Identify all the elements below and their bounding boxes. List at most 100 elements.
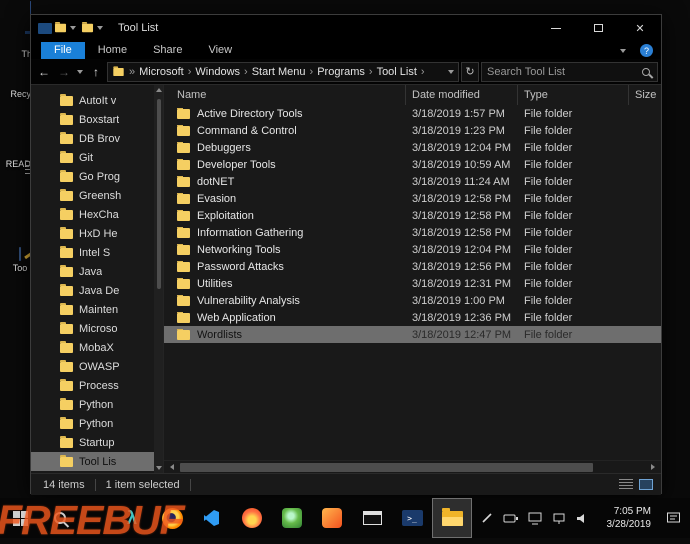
file-row[interactable]: Utilities3/18/2019 12:31 PMFile folder [164, 275, 661, 292]
tab-home[interactable]: Home [85, 42, 140, 59]
back-button[interactable]: ← [35, 65, 53, 79]
start-button[interactable] [0, 498, 40, 538]
taskbar-app-firefox[interactable] [152, 498, 192, 538]
file-row[interactable]: Developer Tools3/18/2019 10:59 AMFile fo… [164, 156, 661, 173]
breadcrumb-segment[interactable]: Microsoft [139, 66, 184, 78]
taskbar-app-explorer[interactable] [432, 498, 472, 538]
file-row[interactable]: Command & Control3/18/2019 1:23 PMFile f… [164, 122, 661, 139]
breadcrumb-separator-icon[interactable]: › [310, 66, 314, 78]
breadcrumb-separator-icon[interactable]: › [188, 66, 192, 78]
scrollbar-thumb[interactable] [157, 99, 161, 289]
large-icons-view-icon[interactable] [639, 479, 653, 490]
tab-file[interactable]: File [41, 42, 85, 59]
recent-locations-icon[interactable] [77, 70, 83, 74]
file-type: File folder [518, 227, 629, 239]
taskbar-clock[interactable]: 7:05 PM 3/28/2019 [599, 505, 651, 532]
file-row[interactable]: Web Application3/18/2019 12:36 PMFile fo… [164, 309, 661, 326]
breadcrumb-overflow-icon[interactable]: » [129, 66, 135, 78]
file-row[interactable]: Active Directory Tools3/18/2019 1:57 PMF… [164, 105, 661, 122]
sidebar-item[interactable]: DB Brov [31, 129, 163, 148]
sidebar-item[interactable]: Python [31, 414, 163, 433]
scroll-right-icon[interactable] [651, 464, 655, 470]
up-button[interactable]: ↑ [87, 65, 105, 79]
sidebar-item[interactable]: Tool Lis [31, 452, 163, 471]
forward-button[interactable]: → [55, 65, 73, 79]
sidebar-item[interactable]: Python [31, 395, 163, 414]
sidebar-item[interactable]: AutoIt v [31, 91, 163, 110]
sidebar-item[interactable]: Go Prog [31, 167, 163, 186]
column-header-size[interactable]: Size [629, 85, 661, 105]
breadcrumb-segment[interactable]: Windows [195, 66, 240, 78]
volume-icon[interactable] [576, 512, 590, 525]
folder-icon [177, 330, 190, 340]
column-header-type[interactable]: Type [518, 85, 629, 105]
refresh-button[interactable]: ↻ [461, 62, 479, 82]
sidebar-item[interactable]: Git [31, 148, 163, 167]
scroll-up-icon[interactable] [156, 88, 162, 92]
sidebar-item[interactable]: Startup [31, 433, 163, 452]
breadcrumb[interactable]: » Microsoft›Windows›Start Menu›Programs›… [107, 62, 459, 82]
sidebar-item[interactable]: Intel S [31, 243, 163, 262]
scroll-down-icon[interactable] [156, 466, 162, 470]
taskbar-app-powershell[interactable]: >_ [392, 498, 432, 538]
breadcrumb-separator-icon[interactable]: › [421, 66, 425, 78]
file-row[interactable]: Password Attacks3/18/2019 12:56 PMFile f… [164, 258, 661, 275]
breadcrumb-segment[interactable]: Programs [317, 66, 365, 78]
sidebar-item[interactable]: Greensh [31, 186, 163, 205]
taskbar-app-terminal[interactable] [352, 498, 392, 538]
maximize-button[interactable] [577, 15, 619, 41]
chevron-down-icon[interactable] [97, 26, 103, 30]
file-row[interactable]: Networking Tools3/18/2019 12:04 PMFile f… [164, 241, 661, 258]
sidebar-item[interactable]: MobaX [31, 338, 163, 357]
sidebar-item[interactable]: Microso [31, 319, 163, 338]
taskbar-app-orange[interactable] [312, 498, 352, 538]
taskbar-app-vscode[interactable] [192, 498, 232, 538]
file-row[interactable]: Information Gathering3/18/2019 12:58 PMF… [164, 224, 661, 241]
scroll-left-icon[interactable] [170, 464, 174, 470]
breadcrumb-separator-icon[interactable]: › [369, 66, 373, 78]
tab-share[interactable]: Share [140, 42, 195, 59]
file-row[interactable]: dotNET3/18/2019 11:24 AMFile folder [164, 173, 661, 190]
pen-icon[interactable] [480, 511, 494, 525]
sidebar-item[interactable]: Process [31, 376, 163, 395]
network-icon[interactable] [552, 512, 567, 525]
taskbar-app-lambda[interactable]: λ [112, 498, 152, 538]
sidebar-item[interactable]: Boxstart [31, 110, 163, 129]
search-box[interactable] [481, 62, 658, 82]
file-row[interactable]: Debuggers3/18/2019 12:04 PMFile folder [164, 139, 661, 156]
sidebar-item[interactable]: Java De [31, 281, 163, 300]
expand-ribbon-icon[interactable] [620, 49, 626, 53]
tab-view[interactable]: View [195, 42, 245, 59]
file-row[interactable]: Evasion3/18/2019 12:58 PMFile folder [164, 190, 661, 207]
battery-icon[interactable] [503, 512, 519, 525]
file-row[interactable]: Wordlists3/18/2019 12:47 PMFile folder [164, 326, 661, 343]
search-input[interactable] [487, 66, 642, 78]
breadcrumb-segment[interactable]: Start Menu [252, 66, 306, 78]
sidebar-item[interactable]: HexCha [31, 205, 163, 224]
sidebar-item[interactable]: Java [31, 262, 163, 281]
column-header-date-modified[interactable]: Date modified [406, 85, 518, 105]
minimize-button[interactable] [535, 15, 577, 41]
taskbar-app-flame[interactable] [232, 498, 272, 538]
sidebar-item[interactable]: HxD He [31, 224, 163, 243]
taskbar-app-green[interactable] [272, 498, 312, 538]
sidebar-item[interactable]: Mainten [31, 300, 163, 319]
close-button[interactable]: ✕ [619, 15, 661, 41]
horizontal-scrollbar[interactable] [164, 460, 661, 473]
address-dropdown-icon[interactable] [448, 70, 454, 74]
display-icon[interactable] [528, 512, 543, 525]
taskbar-search-button[interactable] [40, 498, 80, 538]
chevron-down-icon[interactable] [70, 26, 76, 30]
sidebar-scrollbar[interactable] [154, 85, 163, 473]
scrollbar-thumb[interactable] [180, 463, 593, 472]
file-row[interactable]: Exploitation3/18/2019 12:58 PMFile folde… [164, 207, 661, 224]
help-icon[interactable]: ? [640, 44, 653, 57]
column-header-name[interactable]: Name [164, 85, 406, 105]
breadcrumb-separator-icon[interactable]: › [244, 66, 248, 78]
sidebar-item[interactable]: OWASP [31, 357, 163, 376]
details-view-icon[interactable] [619, 479, 633, 490]
action-center-button[interactable] [660, 511, 686, 525]
breadcrumb-segment[interactable]: Tool List [377, 66, 417, 78]
title-bar[interactable]: Tool List ✕ [31, 15, 661, 41]
file-row[interactable]: Vulnerability Analysis3/18/2019 1:00 PMF… [164, 292, 661, 309]
